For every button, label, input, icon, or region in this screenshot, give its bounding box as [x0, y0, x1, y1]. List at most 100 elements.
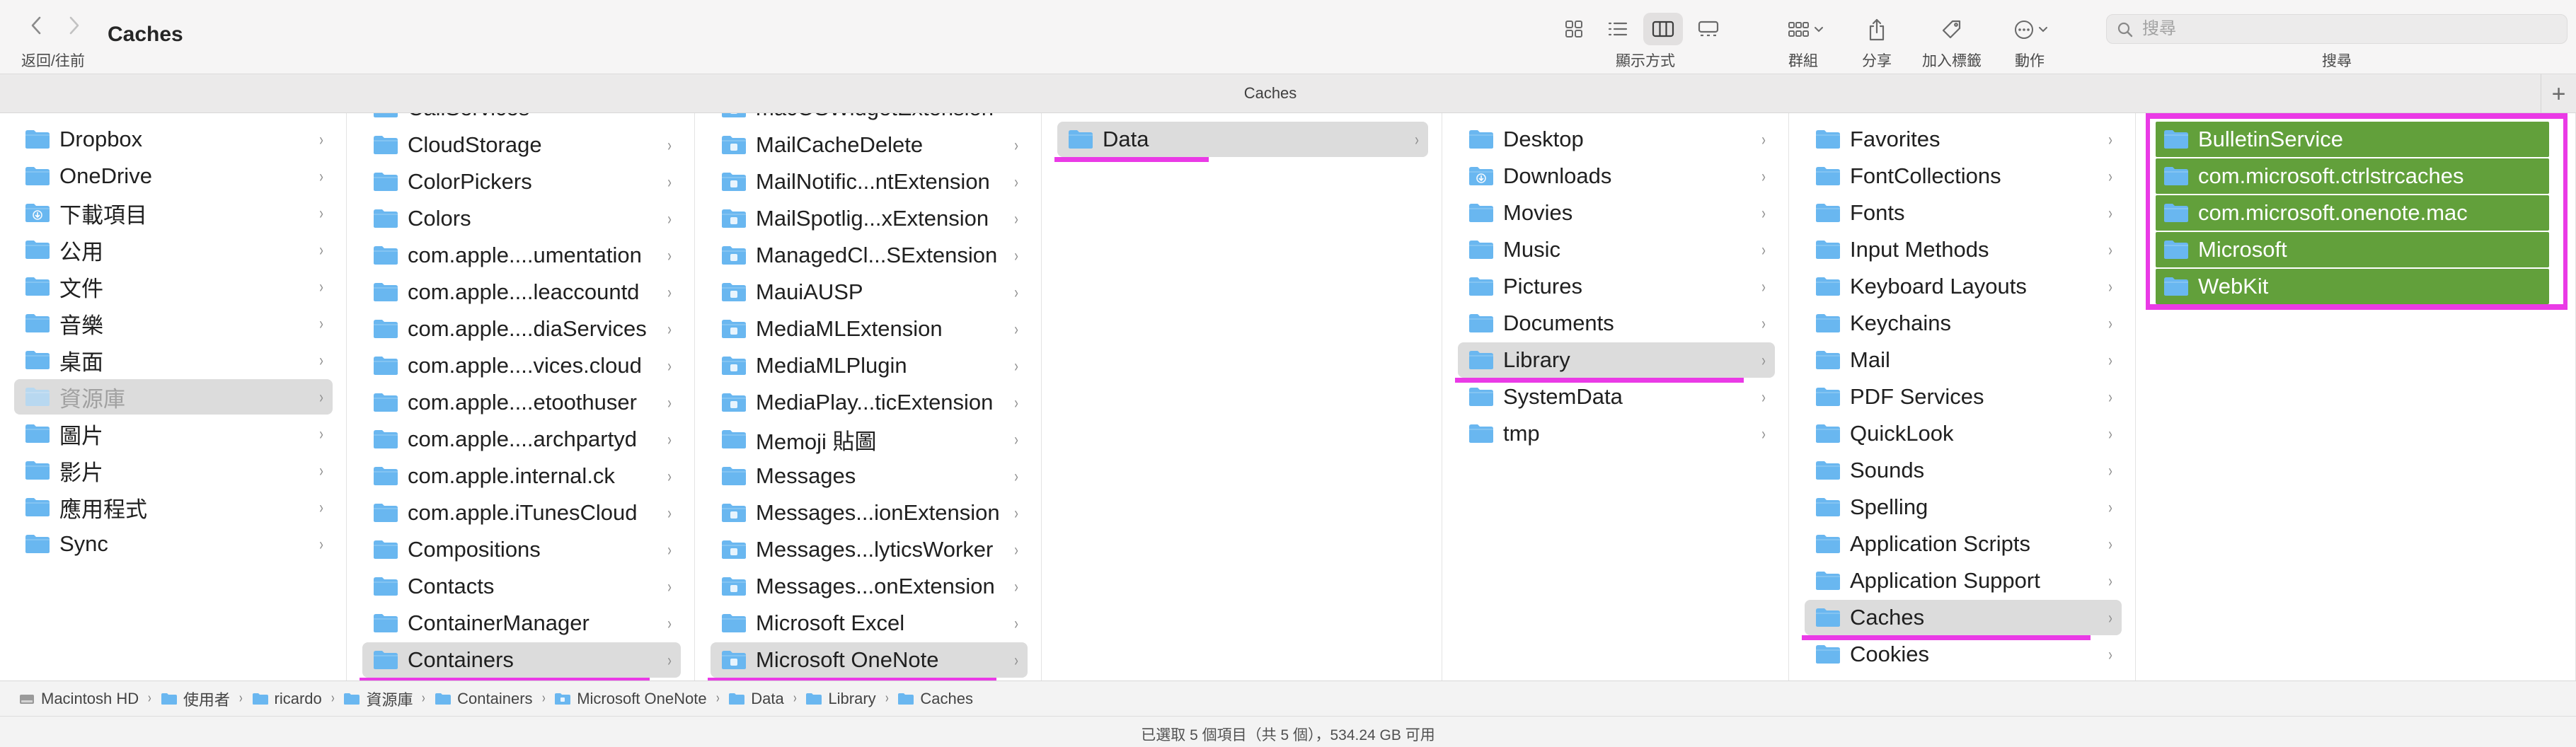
folder-row[interactable]: 桌面 ›: [14, 342, 333, 378]
path-crumb[interactable]: Containers: [435, 690, 533, 708]
folder-row[interactable]: com.apple....diaServices ›: [362, 311, 681, 347]
folder-row[interactable]: Messages...ionExtension ›: [711, 495, 1028, 531]
folder-row[interactable]: com.apple....vices.cloud ›: [362, 348, 681, 383]
folder-row[interactable]: OneDrive ›: [14, 158, 333, 194]
folder-row[interactable]: 應用程式 ›: [14, 490, 333, 525]
folder-row[interactable]: Caches ›: [1805, 600, 2122, 635]
folder-row[interactable]: MediaMLExtension ›: [711, 311, 1028, 347]
folder-row[interactable]: Memoji 貼圖 ›: [711, 422, 1028, 457]
folder-row[interactable]: com.apple....umentation ›: [362, 238, 681, 273]
folder-row[interactable]: Keychains ›: [1805, 306, 2122, 341]
folder-row[interactable]: SystemData ›: [1458, 379, 1775, 415]
folder-row[interactable]: FontCollections ›: [1805, 158, 2122, 194]
share-button[interactable]: [1863, 16, 1891, 44]
folder-row[interactable]: MailSpotlig...xExtension ›: [711, 201, 1028, 236]
folder-row[interactable]: ContainerManager ›: [362, 606, 681, 641]
folder-row[interactable]: MailNotific...ntExtension ›: [711, 164, 1028, 199]
folder-row[interactable]: Data ›: [1057, 122, 1428, 157]
folder-row[interactable]: Keyboard Layouts ›: [1805, 269, 2122, 304]
add-tab-button[interactable]: +: [2541, 74, 2576, 114]
folder-row[interactable]: Movies ›: [1458, 195, 1775, 231]
folder-row[interactable]: CloudStorage ›: [362, 127, 681, 163]
folder-row[interactable]: com.apple....etoothuser ›: [362, 385, 681, 420]
folder-row[interactable]: Sync ›: [14, 526, 333, 562]
folder-icon-slot: [720, 113, 747, 119]
app-folder-icon: [722, 540, 746, 559]
folder-row[interactable]: Application Scripts ›: [1805, 526, 2122, 562]
folder-row[interactable]: Fonts ›: [1805, 195, 2122, 231]
folder-row[interactable]: com.apple....archpartyd ›: [362, 422, 681, 457]
folder-row[interactable]: PDF Services ›: [1805, 379, 2122, 415]
folder-row[interactable]: Downloads ›: [1458, 158, 1775, 194]
action-button[interactable]: [2008, 16, 2054, 44]
folder-row[interactable]: com.apple.internal.ck ›: [362, 458, 681, 494]
folder-row[interactable]: Messages...onExtension ›: [711, 569, 1028, 604]
app-folder-icon: [722, 246, 746, 265]
folder-row[interactable]: Mail ›: [1805, 342, 2122, 378]
folder-icon-slot: [1815, 460, 1841, 481]
folder-icon: [374, 430, 398, 448]
path-crumb[interactable]: Caches: [897, 690, 973, 708]
folder-row[interactable]: Microsoft Excel ›: [711, 606, 1028, 641]
folder-row[interactable]: MauiAUSP ›: [711, 274, 1028, 310]
column-view-button[interactable]: [1643, 13, 1683, 45]
path-separator-icon: ›: [238, 690, 243, 706]
path-crumb[interactable]: 資源庫: [343, 688, 413, 710]
folder-row[interactable]: CallServices›: [362, 113, 681, 126]
gallery-view-button[interactable]: [1689, 13, 1728, 45]
folder-row[interactable]: Containers ›: [362, 642, 681, 678]
folder-row[interactable]: Microsoft OneNote ›: [711, 642, 1028, 678]
folder-row[interactable]: Compositions ›: [362, 532, 681, 567]
folder-row[interactable]: Contacts ›: [362, 569, 681, 604]
path-crumb[interactable]: Macintosh HD: [18, 690, 139, 708]
folder-label: 圖片: [59, 423, 103, 448]
folder-row[interactable]: Application Support ›: [1805, 563, 2122, 598]
folder-row[interactable]: Documents ›: [1458, 306, 1775, 341]
folder-row[interactable]: 影片 ›: [14, 453, 333, 488]
search-input[interactable]: [2142, 18, 2538, 40]
folder-row[interactable]: Library ›: [1458, 342, 1775, 378]
folder-row[interactable]: Music ›: [1458, 232, 1775, 267]
folder-row[interactable]: ManagedCl...SExtension ›: [711, 238, 1028, 273]
folder-row[interactable]: Cookies ›: [1805, 637, 2122, 672]
path-crumb[interactable]: Data: [728, 690, 784, 708]
path-crumb[interactable]: 使用者: [161, 688, 230, 710]
folder-row[interactable]: macOSWidgetExtension›: [711, 113, 1028, 126]
folder-row[interactable]: 公用 ›: [14, 232, 333, 267]
path-crumb[interactable]: ricardo: [252, 690, 322, 708]
forward-button[interactable]: [58, 10, 89, 41]
group-button[interactable]: [1783, 16, 1829, 44]
folder-row[interactable]: Favorites ›: [1805, 122, 2122, 157]
folder-row[interactable]: Pictures ›: [1458, 269, 1775, 304]
folder-row[interactable]: MediaMLPlugin ›: [711, 348, 1028, 383]
folder-row[interactable]: Messages...lyticsWorker ›: [711, 532, 1028, 567]
folder-row[interactable]: 下載項目 ›: [14, 195, 333, 231]
path-crumb[interactable]: Library: [805, 690, 876, 708]
folder-row[interactable]: tmp ›: [1458, 416, 1775, 451]
folder-row[interactable]: Messages ›: [711, 458, 1028, 494]
folder-row[interactable]: 音樂 ›: [14, 306, 333, 341]
folder-row[interactable]: Input Methods ›: [1805, 232, 2122, 267]
folder-row[interactable]: Sounds ›: [1805, 453, 2122, 488]
search-field[interactable]: [2106, 14, 2568, 44]
folder-row[interactable]: 資源庫 ›: [14, 379, 333, 415]
folder-row[interactable]: Colors ›: [362, 201, 681, 236]
folder-row[interactable]: Dropbox ›: [14, 122, 333, 157]
folder-row[interactable]: MailCacheDelete ›: [711, 127, 1028, 163]
folder-row[interactable]: 文件 ›: [14, 269, 333, 304]
folder-row[interactable]: com.apple....leaccountd ›: [362, 274, 681, 310]
tags-button[interactable]: [1936, 16, 1967, 44]
folder-row[interactable]: MediaPlay...ticExtension ›: [711, 385, 1028, 420]
icon-view-button[interactable]: [1554, 13, 1594, 45]
folder-row[interactable]: ColorPickers ›: [362, 164, 681, 199]
path-crumb[interactable]: Microsoft OneNote: [554, 690, 707, 708]
folder-row[interactable]: 圖片 ›: [14, 416, 333, 451]
folder-row[interactable]: Spelling ›: [1805, 490, 2122, 525]
list-view-button[interactable]: [1598, 13, 1638, 45]
back-button[interactable]: [21, 10, 52, 41]
folder-icon-slot: [1815, 276, 1841, 297]
tab-caches[interactable]: Caches: [0, 84, 2541, 103]
folder-row[interactable]: Desktop ›: [1458, 122, 1775, 157]
folder-row[interactable]: com.apple.iTunesCloud ›: [362, 495, 681, 531]
folder-row[interactable]: QuickLook ›: [1805, 416, 2122, 451]
